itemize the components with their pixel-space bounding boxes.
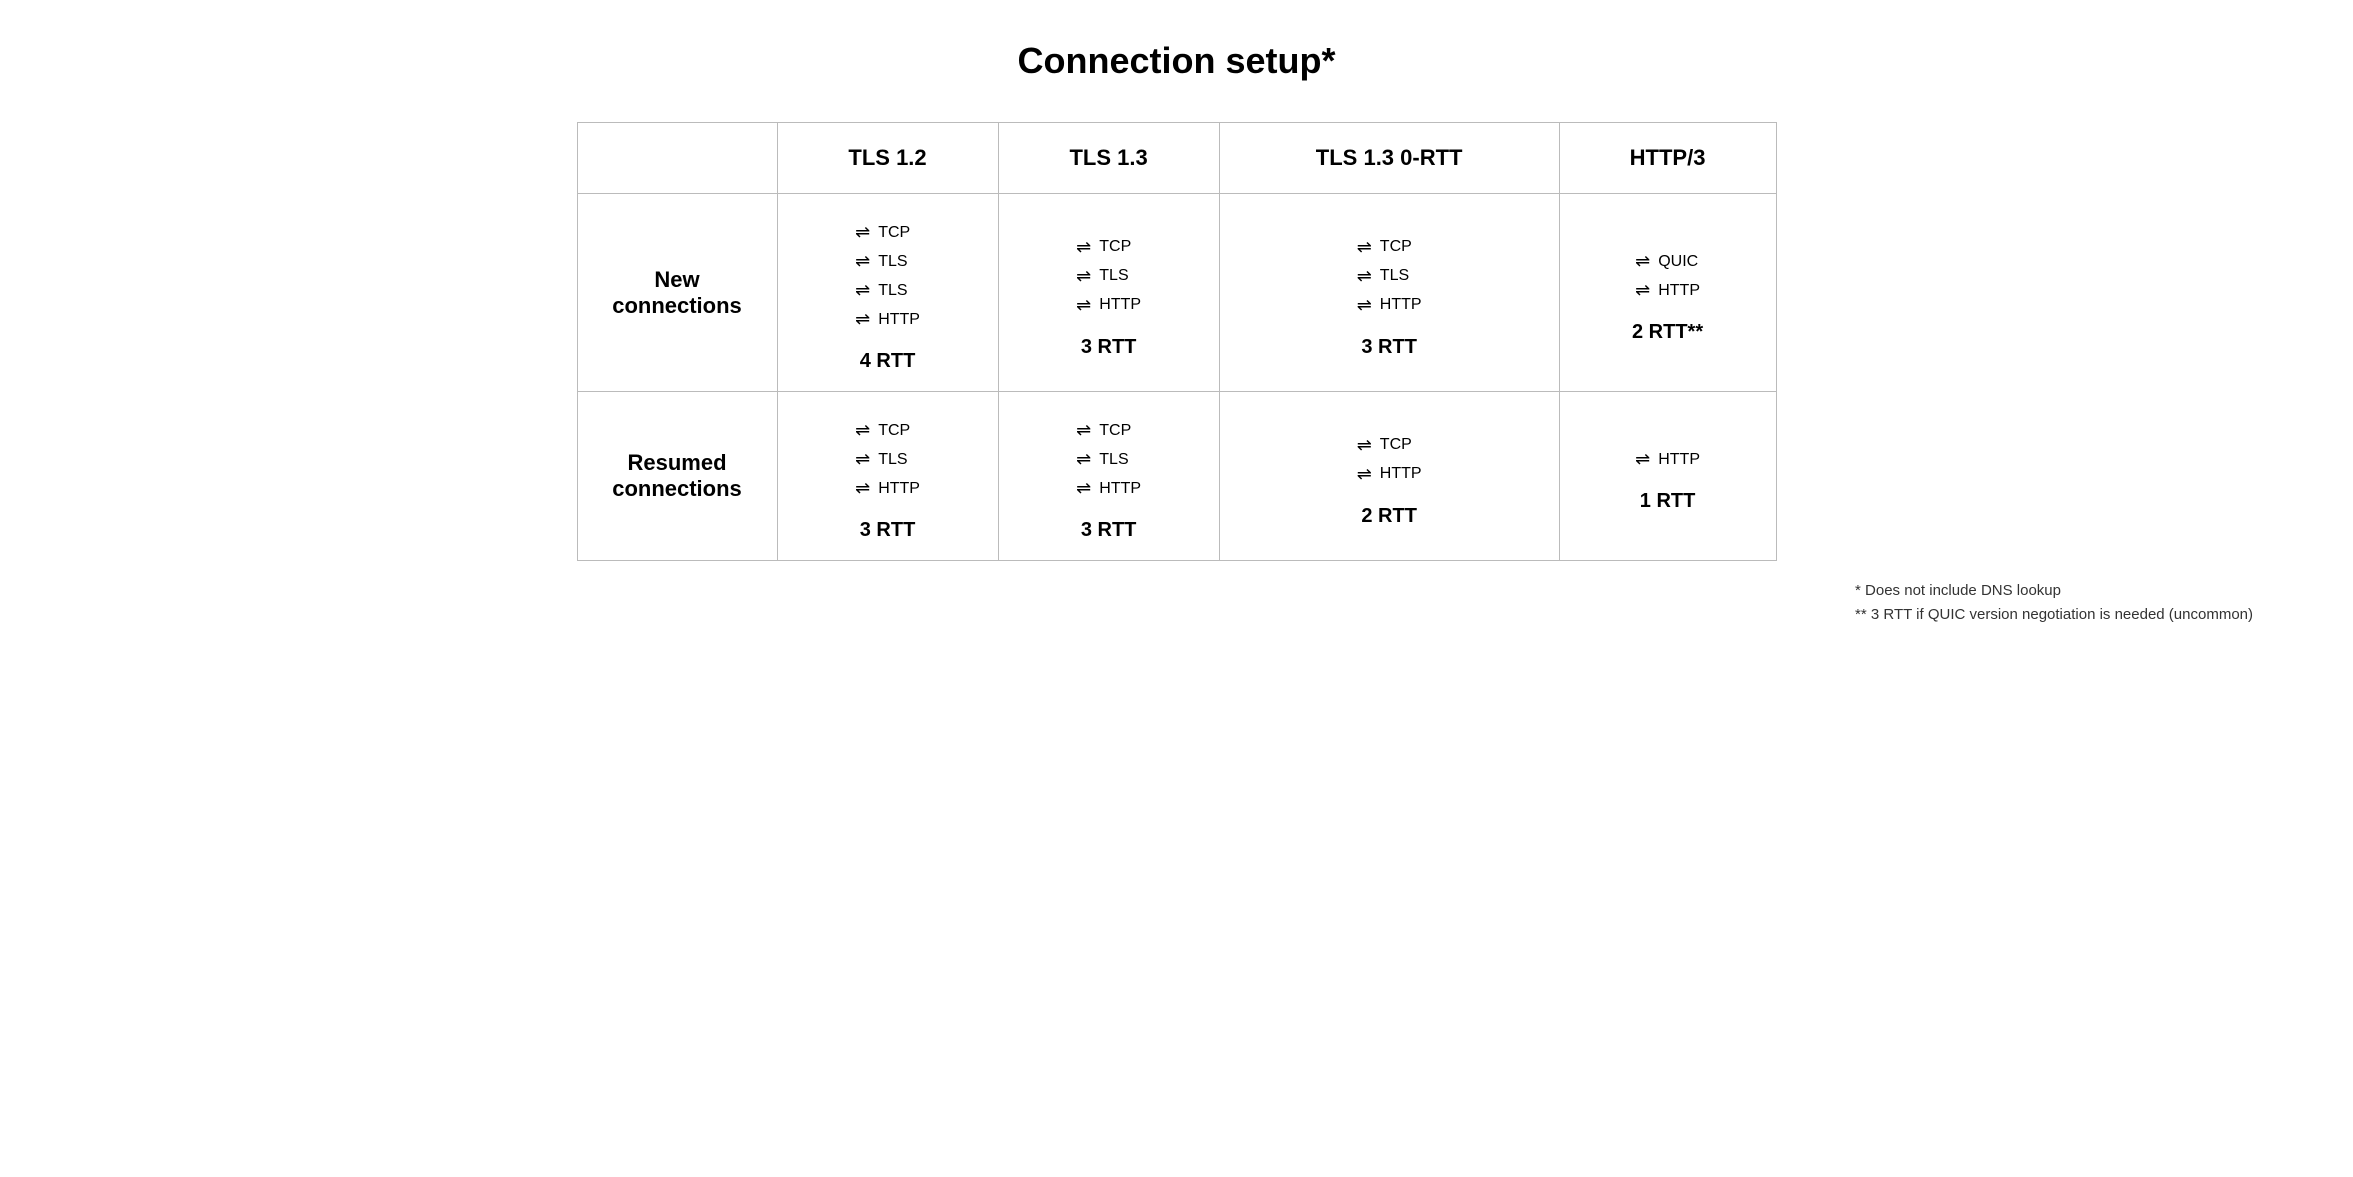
header-http3: HTTP/3 <box>1559 123 1776 194</box>
protocol-label: TCP <box>878 224 910 242</box>
arrows-icon: ⇌ <box>855 280 870 301</box>
rtt-label-0-2: 3 RTT <box>1361 326 1417 359</box>
rtt-label-0-3: 2 RTT** <box>1632 311 1703 344</box>
header-tls12: TLS 1.2 <box>777 123 998 194</box>
arrows-icon: ⇌ <box>1357 237 1372 258</box>
arrows-icon: ⇌ <box>1357 435 1372 456</box>
protocol-label: QUIC <box>1658 253 1698 271</box>
cell-1-2: ⇌ TCP ⇌ HTTP 2 RTT <box>1219 392 1559 561</box>
protocol-item-http: ⇌ HTTP <box>1357 295 1422 316</box>
protocol-label: TCP <box>1380 238 1412 256</box>
cell-0-3: ⇌ QUIC ⇌ HTTP 2 RTT** <box>1559 194 1776 392</box>
cell-0-2: ⇌ TCP ⇌ TLS ⇌ HTTP 3 RTT <box>1219 194 1559 392</box>
arrows-icon: ⇌ <box>1357 464 1372 485</box>
page-title: Connection setup* <box>1017 40 1335 82</box>
protocol-label: TLS <box>878 282 907 300</box>
arrows-icon: ⇌ <box>855 222 870 243</box>
footnote-1: * Does not include DNS lookup <box>1855 579 2253 603</box>
arrows-icon: ⇌ <box>1076 237 1091 258</box>
protocol-item-tcp: ⇌ TCP <box>855 420 910 441</box>
arrows-icon: ⇌ <box>855 449 870 470</box>
protocol-item-tls: ⇌ TLS <box>1076 449 1128 470</box>
protocol-label: HTTP <box>1658 451 1700 469</box>
rtt-label-0-1: 3 RTT <box>1081 326 1137 359</box>
protocol-item-http: ⇌ HTTP <box>855 478 920 499</box>
rtt-label-1-3: 1 RTT <box>1640 480 1696 513</box>
protocol-label: TLS <box>1099 451 1128 469</box>
protocol-label: TLS <box>1099 267 1128 285</box>
protocol-item-tcp: ⇌ TCP <box>1076 420 1131 441</box>
arrows-icon: ⇌ <box>1357 266 1372 287</box>
protocol-item-tcp: ⇌ TCP <box>855 222 910 243</box>
protocol-label: HTTP <box>1380 465 1422 483</box>
protocol-label: HTTP <box>1658 282 1700 300</box>
arrows-icon: ⇌ <box>1076 478 1091 499</box>
arrows-icon: ⇌ <box>1076 295 1091 316</box>
row-label-1: Resumedconnections <box>577 392 777 561</box>
row-label-0: Newconnections <box>577 194 777 392</box>
arrows-icon: ⇌ <box>855 251 870 272</box>
arrows-icon: ⇌ <box>855 420 870 441</box>
protocol-item-tcp: ⇌ TCP <box>1357 237 1412 258</box>
protocol-item-http: ⇌ HTTP <box>1357 464 1422 485</box>
protocol-label: TCP <box>1099 238 1131 256</box>
protocol-item-tls: ⇌ TLS <box>855 449 907 470</box>
protocol-label: TCP <box>878 422 910 440</box>
protocol-label: TLS <box>878 451 907 469</box>
protocol-label: HTTP <box>1380 296 1422 314</box>
arrows-icon: ⇌ <box>1357 295 1372 316</box>
protocol-item-http: ⇌ HTTP <box>1076 295 1141 316</box>
protocol-item-tls: ⇌ TLS <box>1357 266 1409 287</box>
cell-1-1: ⇌ TCP ⇌ TLS ⇌ HTTP 3 RTT <box>998 392 1219 561</box>
protocol-label: TLS <box>1380 267 1409 285</box>
rtt-label-1-1: 3 RTT <box>1081 509 1137 542</box>
footnote-2: ** 3 RTT if QUIC version negotiation is … <box>1855 603 2253 627</box>
footnotes: * Does not include DNS lookup ** 3 RTT i… <box>1855 579 2253 627</box>
rtt-label-0-0: 4 RTT <box>860 340 916 373</box>
arrows-icon: ⇌ <box>1076 420 1091 441</box>
header-empty <box>577 123 777 194</box>
arrows-icon: ⇌ <box>1635 449 1650 470</box>
cell-0-0: ⇌ TCP ⇌ TLS ⇌ TLS ⇌ HTTP 4 RTT <box>777 194 998 392</box>
protocol-label: HTTP <box>878 480 920 498</box>
protocol-item-http: ⇌ HTTP <box>1076 478 1141 499</box>
arrows-icon: ⇌ <box>1076 449 1091 470</box>
protocol-item-tls: ⇌ TLS <box>1076 266 1128 287</box>
protocol-item-http: ⇌ HTTP <box>1635 449 1700 470</box>
protocol-label: HTTP <box>878 311 920 329</box>
header-tls13: TLS 1.3 <box>998 123 1219 194</box>
cell-0-1: ⇌ TCP ⇌ TLS ⇌ HTTP 3 RTT <box>998 194 1219 392</box>
protocol-item-tcp: ⇌ TCP <box>1357 435 1412 456</box>
table-row-0: Newconnections ⇌ TCP ⇌ TLS ⇌ TLS ⇌ HTTP 4 RTT ⇌ TCP… <box>577 194 1776 392</box>
comparison-table: TLS 1.2 TLS 1.3 TLS 1.3 0-RTT HTTP/3 New… <box>577 122 1777 561</box>
cell-1-0: ⇌ TCP ⇌ TLS ⇌ HTTP 3 RTT <box>777 392 998 561</box>
protocol-item-tcp: ⇌ TCP <box>1076 237 1131 258</box>
arrows-icon: ⇌ <box>1635 251 1650 272</box>
protocol-label: HTTP <box>1099 296 1141 314</box>
cell-1-3: ⇌ HTTP 1 RTT <box>1559 392 1776 561</box>
header-row: TLS 1.2 TLS 1.3 TLS 1.3 0-RTT HTTP/3 <box>577 123 1776 194</box>
protocol-label: TLS <box>878 253 907 271</box>
rtt-label-1-2: 2 RTT <box>1361 495 1417 528</box>
protocol-label: TCP <box>1099 422 1131 440</box>
arrows-icon: ⇌ <box>855 309 870 330</box>
arrows-icon: ⇌ <box>1635 280 1650 301</box>
protocol-item-http: ⇌ HTTP <box>1635 280 1700 301</box>
rtt-label-1-0: 3 RTT <box>860 509 916 542</box>
table-row-1: Resumedconnections ⇌ TCP ⇌ TLS ⇌ HTTP 3 RTT ⇌ TCP… <box>577 392 1776 561</box>
arrows-icon: ⇌ <box>855 478 870 499</box>
protocol-item-quic: ⇌ QUIC <box>1635 251 1698 272</box>
protocol-label: TCP <box>1380 436 1412 454</box>
header-tls13-0rtt: TLS 1.3 0-RTT <box>1219 123 1559 194</box>
protocol-item-tls: ⇌ TLS <box>855 280 907 301</box>
protocol-item-http: ⇌ HTTP <box>855 309 920 330</box>
protocol-item-tls: ⇌ TLS <box>855 251 907 272</box>
protocol-label: HTTP <box>1099 480 1141 498</box>
arrows-icon: ⇌ <box>1076 266 1091 287</box>
